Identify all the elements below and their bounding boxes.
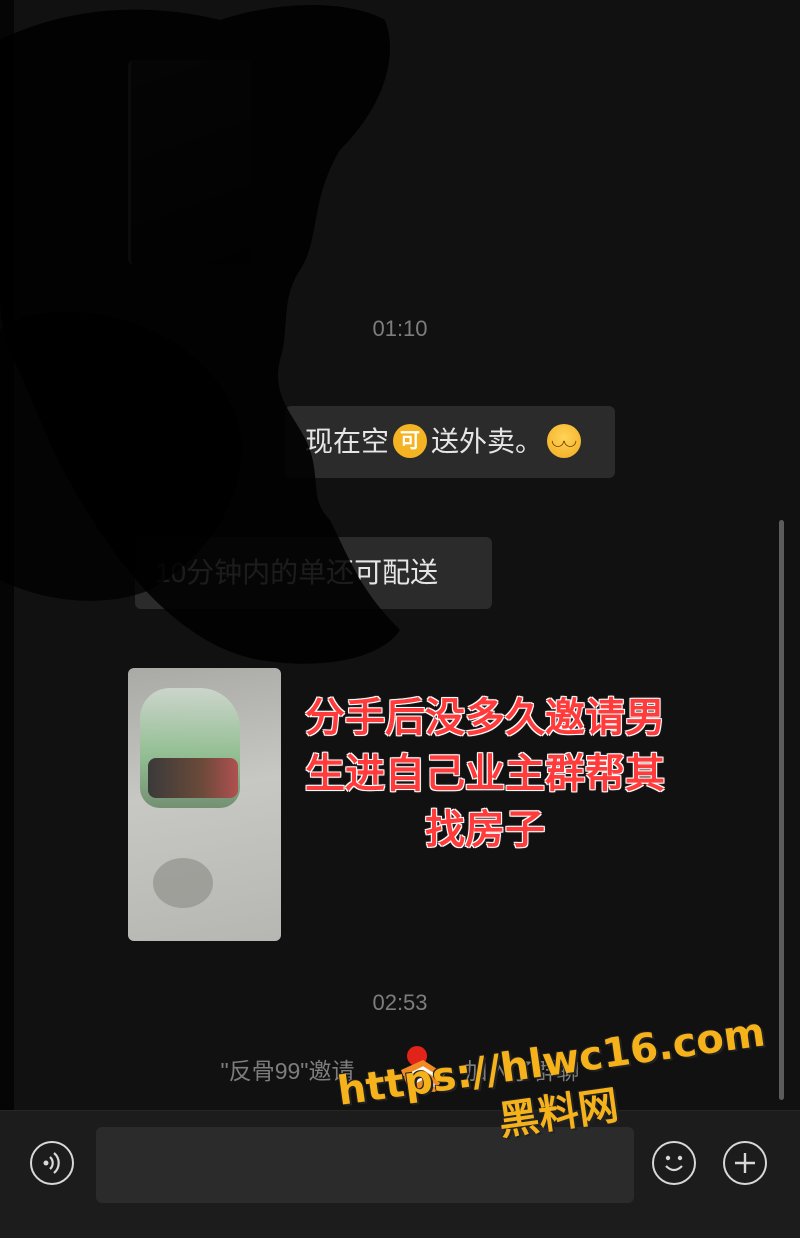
- timestamp: 02:53: [372, 990, 428, 1015]
- chat-screen: 01:10 现在空可送外卖。 ◡◡ 10分钟内的单还可配送 分手后没多久邀请男生进…: [0, 0, 800, 1238]
- message-text: 10分钟内的单还可配送: [155, 557, 439, 588]
- message-bubble[interactable]: 10分钟内的单还可配送: [135, 537, 492, 609]
- bag-content: [148, 758, 238, 798]
- message-bubble[interactable]: 现在空可送外卖。 ◡◡: [285, 406, 615, 478]
- message-input[interactable]: [96, 1127, 634, 1203]
- voice-icon: [43, 1152, 60, 1174]
- system-message: "反骨99"邀请 加入了群聊: [0, 1052, 800, 1086]
- left-edge-strip: [0, 0, 14, 1110]
- emoji-icon: [665, 1155, 683, 1172]
- input-bar: [0, 1110, 800, 1238]
- message-text: 现在空: [305, 426, 390, 457]
- scrollbar[interactable]: [779, 520, 784, 1100]
- chat-message-list[interactable]: 01:10 现在空可送外卖。 ◡◡ 10分钟内的单还可配送 分手后没多久邀请男生进…: [0, 0, 800, 1110]
- voice-button[interactable]: [30, 1141, 74, 1185]
- system-message-text: 加入了群聊: [464, 1058, 580, 1084]
- smiling-face-icon: ◡◡: [547, 423, 582, 458]
- image-message[interactable]: [128, 60, 251, 265]
- plus-button[interactable]: [723, 1141, 767, 1185]
- system-message-text: "反骨99"邀请: [220, 1058, 355, 1084]
- floor-stain: [153, 858, 213, 908]
- video-message[interactable]: [128, 668, 281, 941]
- message-text: 送外卖。: [431, 426, 544, 457]
- plus-icon: [735, 1153, 755, 1173]
- emoji-button[interactable]: [652, 1141, 696, 1185]
- timestamp: 01:10: [372, 316, 428, 341]
- overlay-caption: 分手后没多久邀请男生进自己业主群帮其找房子: [305, 696, 665, 852]
- ke-emoji-icon: 可: [393, 423, 428, 458]
